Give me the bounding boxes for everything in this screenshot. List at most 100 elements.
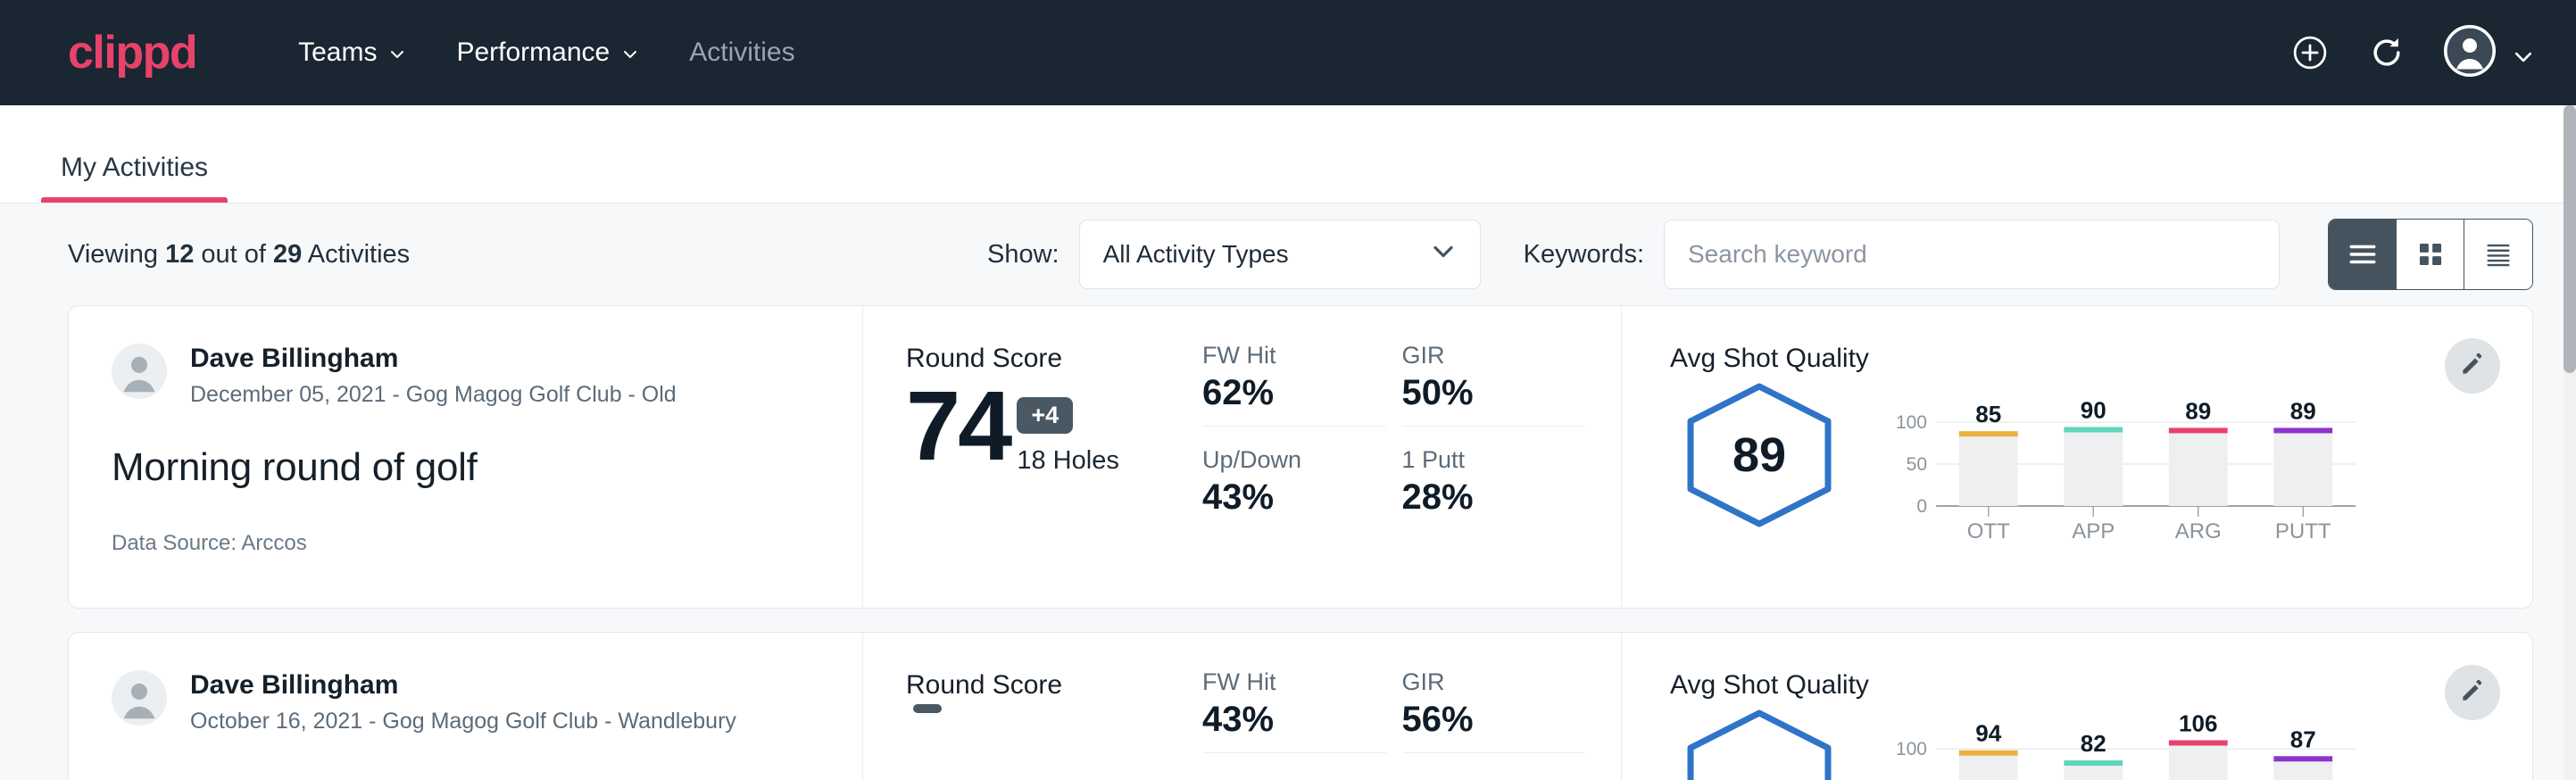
activity-card[interactable]: Dave Billingham December 05, 2021 - Gog … <box>68 305 2533 609</box>
pencil-icon <box>2458 676 2487 709</box>
primary-nav-links: Teams Performance Activities <box>273 27 819 79</box>
compact-view-button[interactable] <box>2464 220 2532 289</box>
holes-played: 18 Holes <box>1017 446 1118 476</box>
filter-toolbar: Viewing 12 out of 29 Activities Show: Al… <box>0 203 2576 305</box>
svg-text:87: 87 <box>2290 726 2316 752</box>
avatar <box>112 670 167 726</box>
scrollbar-thumb[interactable] <box>2564 105 2576 373</box>
stat-fw-hit-value: 43% <box>1202 700 1386 740</box>
activity-stats-grid: FW Hit 62% GIR 50% Up/Down 43% 1 Putt 28… <box>1202 306 1622 608</box>
nav-actions <box>2290 25 2530 81</box>
stat-one-putt <box>1402 773 1586 780</box>
activity-user-info: Dave Billingham December 05, 2021 - Gog … <box>190 344 677 408</box>
keywords-label: Keywords: <box>1524 240 1644 270</box>
avg-shot-quality-section: Avg Shot Quality 10050094OTT82APP106ARG8… <box>1622 633 2532 780</box>
activity-card[interactable]: Dave Billingham October 16, 2021 - Gog M… <box>68 632 2533 780</box>
plus-circle-icon[interactable] <box>2290 33 2330 72</box>
svg-text:89: 89 <box>2185 397 2211 424</box>
round-score-label: Round Score <box>906 344 1202 374</box>
svg-text:94: 94 <box>1975 720 2001 747</box>
stat-fw-hit-label: FW Hit <box>1202 342 1386 369</box>
round-score-extras: +4 18 Holes <box>1017 397 1118 476</box>
clippd-logo[interactable]: clippd <box>68 29 196 76</box>
viewing-suffix: Activities <box>302 240 410 269</box>
grid-view-button[interactable] <box>2397 220 2464 289</box>
activity-data-source: Data Source: Arccos <box>112 531 819 556</box>
account-avatar-icon <box>2444 25 2496 81</box>
svg-text:90: 90 <box>2081 396 2107 423</box>
activity-type-select-value: All Activity Types <box>1103 240 1430 269</box>
activity-title: Morning round of golf <box>112 445 819 490</box>
tab-strip: My Activities <box>0 105 2576 203</box>
pencil-icon <box>2458 350 2487 383</box>
stat-up-down-label: Up/Down <box>1202 446 1386 474</box>
chevron-down-icon <box>2512 46 2530 63</box>
svg-text:50: 50 <box>1907 454 1927 475</box>
svg-text:100: 100 <box>1896 739 1927 759</box>
stat-gir-label: GIR <box>1402 342 1586 369</box>
svg-text:82: 82 <box>2081 730 2107 757</box>
account-menu[interactable] <box>2444 25 2530 81</box>
stat-gir-label: GIR <box>1402 668 1586 696</box>
activity-summary: Dave Billingham December 05, 2021 - Gog … <box>69 306 863 608</box>
nav-item-activities-label: Activities <box>689 37 794 68</box>
viewing-total: 29 <box>273 240 302 269</box>
activity-user-row: Dave Billingham December 05, 2021 - Gog … <box>112 344 819 408</box>
stat-up-down-value: 43% <box>1202 477 1386 518</box>
activity-user-name: Dave Billingham <box>190 670 736 701</box>
shot-quality-hexagon <box>1670 706 1849 780</box>
viewing-count-text: Viewing 12 out of 29 Activities <box>68 240 410 270</box>
nav-item-activities[interactable]: Activities <box>664 27 819 79</box>
svg-text:89: 89 <box>2290 397 2316 424</box>
edit-activity-button[interactable] <box>2445 665 2500 720</box>
stat-fw-hit-label: FW Hit <box>1202 668 1386 696</box>
svg-text:100: 100 <box>1896 412 1927 433</box>
stat-gir: GIR 50% <box>1402 342 1586 427</box>
score-differential-badge: +4 <box>1017 397 1073 434</box>
stat-up-down: Up/Down 43% <box>1202 446 1386 530</box>
stat-fw-hit-value: 62% <box>1202 373 1386 413</box>
chevron-down-icon <box>1430 238 1457 271</box>
svg-text:ARG: ARG <box>2175 519 2222 544</box>
stat-fw-hit: FW Hit 62% <box>1202 342 1386 427</box>
refresh-icon[interactable] <box>2367 33 2406 72</box>
round-score-value-row: 74 +4 18 Holes <box>906 378 1202 476</box>
chevron-down-icon <box>621 46 639 63</box>
nav-item-performance[interactable]: Performance <box>431 27 664 79</box>
activity-meta: December 05, 2021 - Gog Magog Golf Club … <box>190 382 677 408</box>
chevron-down-icon <box>388 46 406 63</box>
activity-stats-grid: FW Hit 43% GIR 56% <box>1202 633 1622 780</box>
page-scrollbar[interactable] <box>2564 105 2576 780</box>
round-score-section: Round Score 74 +4 18 Holes <box>863 306 1202 608</box>
list-view-button[interactable] <box>2329 220 2397 289</box>
svg-text:PUTT: PUTT <box>2275 519 2331 544</box>
avg-shot-quality-section: Avg Shot Quality 89 10050085OTT90APP89AR… <box>1622 306 2532 608</box>
avg-shot-quality-body: 10050094OTT82APP106ARG87PUTT <box>1670 706 2532 780</box>
tab-my-activities[interactable]: My Activities <box>41 153 228 203</box>
filter-controls: Show: All Activity Types Keywords: <box>987 219 2533 290</box>
shot-quality-value: 89 <box>1670 379 1849 531</box>
stat-gir-value: 50% <box>1402 373 1586 413</box>
stat-up-down <box>1202 773 1386 780</box>
activity-user-info: Dave Billingham October 16, 2021 - Gog M… <box>190 670 736 734</box>
avg-shot-quality-label: Avg Shot Quality <box>1670 344 2532 374</box>
score-differential-badge <box>913 704 942 713</box>
edit-activity-button[interactable] <box>2445 338 2500 394</box>
svg-text:106: 106 <box>2179 709 2217 736</box>
activity-type-select[interactable]: All Activity Types <box>1079 220 1481 289</box>
viewing-prefix: Viewing <box>68 240 165 269</box>
svg-text:OTT: OTT <box>1967 519 2010 544</box>
search-input[interactable] <box>1664 220 2280 289</box>
shot-quality-bar-chart: 10050094OTT82APP106ARG87PUTT <box>1888 706 2370 780</box>
nav-item-teams[interactable]: Teams <box>273 27 431 79</box>
round-score-value: 74 <box>906 378 1010 476</box>
svg-text:APP: APP <box>2072 519 2115 544</box>
shot-quality-value <box>1670 706 1849 780</box>
view-mode-toggle-group <box>2328 219 2533 290</box>
activity-summary: Dave Billingham October 16, 2021 - Gog M… <box>69 633 863 780</box>
nav-item-teams-label: Teams <box>298 37 377 68</box>
round-score-label: Round Score <box>906 670 1202 701</box>
viewing-count: 12 <box>165 240 194 269</box>
activity-card-list: Dave Billingham December 05, 2021 - Gog … <box>0 305 2576 780</box>
tab-my-activities-label: My Activities <box>61 153 208 182</box>
